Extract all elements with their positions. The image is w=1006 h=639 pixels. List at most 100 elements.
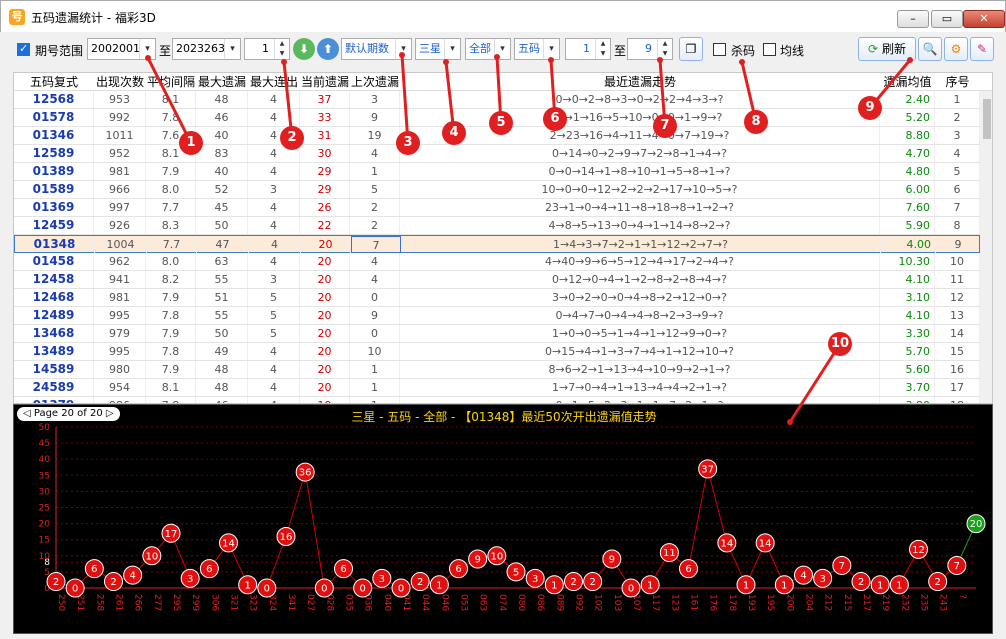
header-combo[interactable]: 五码复式 (14, 73, 94, 91)
x-tick-label: 044 (420, 594, 430, 611)
table-row[interactable]: 12489 995 7.8 55 5 20 9 0→4→7→0→4→4→8→2→3→9→? 4.… (14, 307, 980, 325)
annotation-badge-6: 6 (543, 107, 567, 131)
mean-checkbox[interactable] (763, 42, 776, 64)
header-last-miss[interactable]: 上次遗漏 (350, 73, 400, 91)
data-label: 16 (280, 532, 293, 543)
cell-last-miss: 1 (350, 397, 400, 403)
vertical-scrollbar[interactable] (980, 91, 992, 403)
gear-icon[interactable]: ⚙ (944, 37, 968, 61)
cell-count: 979 (94, 325, 146, 342)
cell-max-miss: 63 (196, 253, 248, 270)
scope-combo[interactable]: 全部 ▾ (465, 38, 511, 60)
cell-miss-mean: 4.00 (881, 236, 936, 253)
table-row[interactable]: 12468 981 7.9 51 5 20 0 3→0→2→0→0→4→8→2→12→0→? 3… (14, 289, 980, 307)
table-row[interactable]: 12459 926 8.3 50 4 22 2 4→8→5→13→0→4→1→14→8→2→?… (14, 217, 980, 235)
range-to-stepper[interactable]: 9 ▲ ▼ (627, 38, 673, 60)
cell-max-miss: 46 (196, 397, 248, 403)
range-from-stepper[interactable]: 1 ▲ ▼ (565, 38, 611, 60)
offset-stepper[interactable]: 1 ▲ ▼ (244, 38, 290, 60)
data-label: 7 (954, 561, 960, 572)
header-count[interactable]: 出现次数 (94, 73, 146, 91)
cell-max-miss: 47 (197, 236, 249, 253)
table-row[interactable]: 24589 954 8.1 48 4 20 1 1→7→0→4→1→13→4→4→2→1→? 3… (14, 379, 980, 397)
cell-current-miss: 20 (300, 343, 350, 360)
period-range-checkbox[interactable] (17, 42, 30, 64)
minimize-button[interactable]: – (897, 10, 929, 28)
cell-current-miss: 20 (300, 379, 350, 396)
table-row[interactable]: 013799867.84641910→1→5→2→3→1→1→7→2→1→?3.… (14, 397, 980, 403)
to-label-2: 至 (614, 44, 627, 58)
cell-max-miss: 48 (196, 361, 248, 378)
cell-combo: 01578 (14, 109, 94, 126)
cell-max-miss: 55 (196, 307, 248, 324)
cell-index: 8 (935, 217, 980, 234)
trend-chart: ◁ Page 20 of 20 ▷ 三星 - 五码 - 全部 - 【01348】… (13, 404, 993, 634)
copy-icon[interactable]: ❐ (679, 37, 703, 61)
header-index[interactable]: 序号 (935, 73, 980, 91)
x-tick-label: 258 (94, 594, 104, 611)
data-label: 10 (145, 551, 158, 562)
kill-checkbox[interactable] (713, 42, 726, 64)
scroll-thumb[interactable] (983, 99, 991, 139)
cell-max-miss: 50 (196, 217, 248, 234)
table-row[interactable]: 12568 953 8.1 48 4 37 3 0→0→2→8→3→0→2→2→4→3→? 2.… (14, 91, 980, 109)
code-combo[interactable]: 五码 ▾ (514, 38, 560, 60)
cell-last-miss: 4 (350, 145, 400, 162)
cell-max-miss: 48 (196, 91, 248, 108)
table-row[interactable]: 14589 980 7.9 48 4 20 1 8→6→2→1→13→4→10→9→2→1→?… (14, 361, 980, 379)
annotation-badge-4: 4 (442, 121, 466, 145)
search-icon[interactable]: 🔍 (918, 37, 942, 61)
maximize-button[interactable]: ▭ (931, 10, 963, 28)
cell-miss-mean: 5.60 (880, 361, 935, 378)
header-current-miss[interactable]: 当前遗漏 (300, 73, 350, 91)
header-avg-gap[interactable]: 平均间隔 (146, 73, 196, 91)
data-label: 11 (663, 548, 676, 559)
upload-icon[interactable]: ⬆ (317, 38, 339, 60)
data-label: 4 (800, 571, 806, 582)
cell-trend: 4→8→5→13→0→4→1→14→8→2→? (400, 217, 880, 234)
close-button[interactable]: ✕ (963, 10, 1005, 28)
edit-icon[interactable]: ✎ (970, 37, 994, 61)
cell-index: 14 (935, 325, 980, 342)
table-row[interactable]: 01458 962 8.0 63 4 20 4 4→40→9→6→5→12→4→17→2→4→… (14, 253, 980, 271)
data-label: 12 (912, 545, 925, 556)
refresh-button[interactable]: ⟳ 刷新 (858, 37, 916, 61)
table-row[interactable]: 01589 966 8.0 52 3 29 5 10→0→0→12→2→2→2→17→10→5… (14, 181, 980, 199)
table-row[interactable]: 01389 981 7.9 40 4 29 1 0→0→14→1→8→10→1→5→8→1→?… (14, 163, 980, 181)
cell-max-miss: 40 (196, 163, 248, 180)
cell-index: 18 (935, 397, 980, 403)
data-label: 0 (321, 584, 327, 595)
cell-last-miss: 2 (350, 199, 400, 216)
cell-last-miss: 7 (351, 236, 401, 253)
data-label: 6 (206, 564, 212, 575)
cell-miss-mean: 5.90 (880, 217, 935, 234)
header-max-streak[interactable]: 最大连出 (248, 73, 300, 91)
table-row[interactable]: 12458 941 8.2 55 3 20 4 0→12→0→4→1→2→8→2→8→4→? 4… (14, 271, 980, 289)
cell-avg-gap: 7.8 (146, 307, 196, 324)
cell-count: 981 (94, 289, 146, 306)
cell-combo: 01389 (14, 163, 94, 180)
table-row[interactable]: 12589 952 8.1 83 4 30 4 0→14→0→2→9→7→2→8→1→4→? 4… (14, 145, 980, 163)
header-miss-mean[interactable]: 遗漏均值 (880, 73, 935, 91)
data-label: 17 (165, 529, 178, 540)
header-trend[interactable]: 最近遗漏走势 (400, 73, 880, 91)
table-row[interactable]: 01369 997 7.7 45 4 26 2 23→1→0→4→11→8→18→8→1→2→… (14, 199, 980, 217)
cell-count: 953 (94, 91, 146, 108)
cell-trend: 0→0→14→1→8→10→1→5→8→1→? (400, 163, 880, 180)
cell-avg-gap: 7.9 (146, 325, 196, 342)
data-label: 2 (110, 577, 116, 588)
type-combo[interactable]: 三星 ▾ (415, 38, 461, 60)
period-to-combo[interactable]: 2023263 ▾ (172, 38, 241, 60)
period-from-combo[interactable]: 2002001 ▾ (87, 38, 156, 60)
table-row[interactable]: 01348 1004 7.7 47 4 20 7 1→4→3→7→2→1→1→12→2→7→?… (14, 235, 981, 253)
cell-max-streak: 4 (248, 163, 300, 180)
sort-combo[interactable]: 默认期数 ▾ (341, 38, 412, 60)
cell-miss-mean: 4.10 (880, 307, 935, 324)
toolbar: 期号范围 2002001▾ 至 2023263▾ 1▲▼ ⬇ ⬆ 默认期数▾ 三… (0, 32, 1006, 68)
cell-max-miss: 49 (196, 343, 248, 360)
x-tick-label: 232 (899, 594, 909, 611)
header-max-miss[interactable]: 最大遗漏 (196, 73, 248, 91)
annotation-badge-8: 8 (744, 110, 768, 134)
download-icon[interactable]: ⬇ (293, 38, 315, 60)
cell-trend: 0→12→0→4→1→2→8→2→8→4→? (400, 271, 880, 288)
